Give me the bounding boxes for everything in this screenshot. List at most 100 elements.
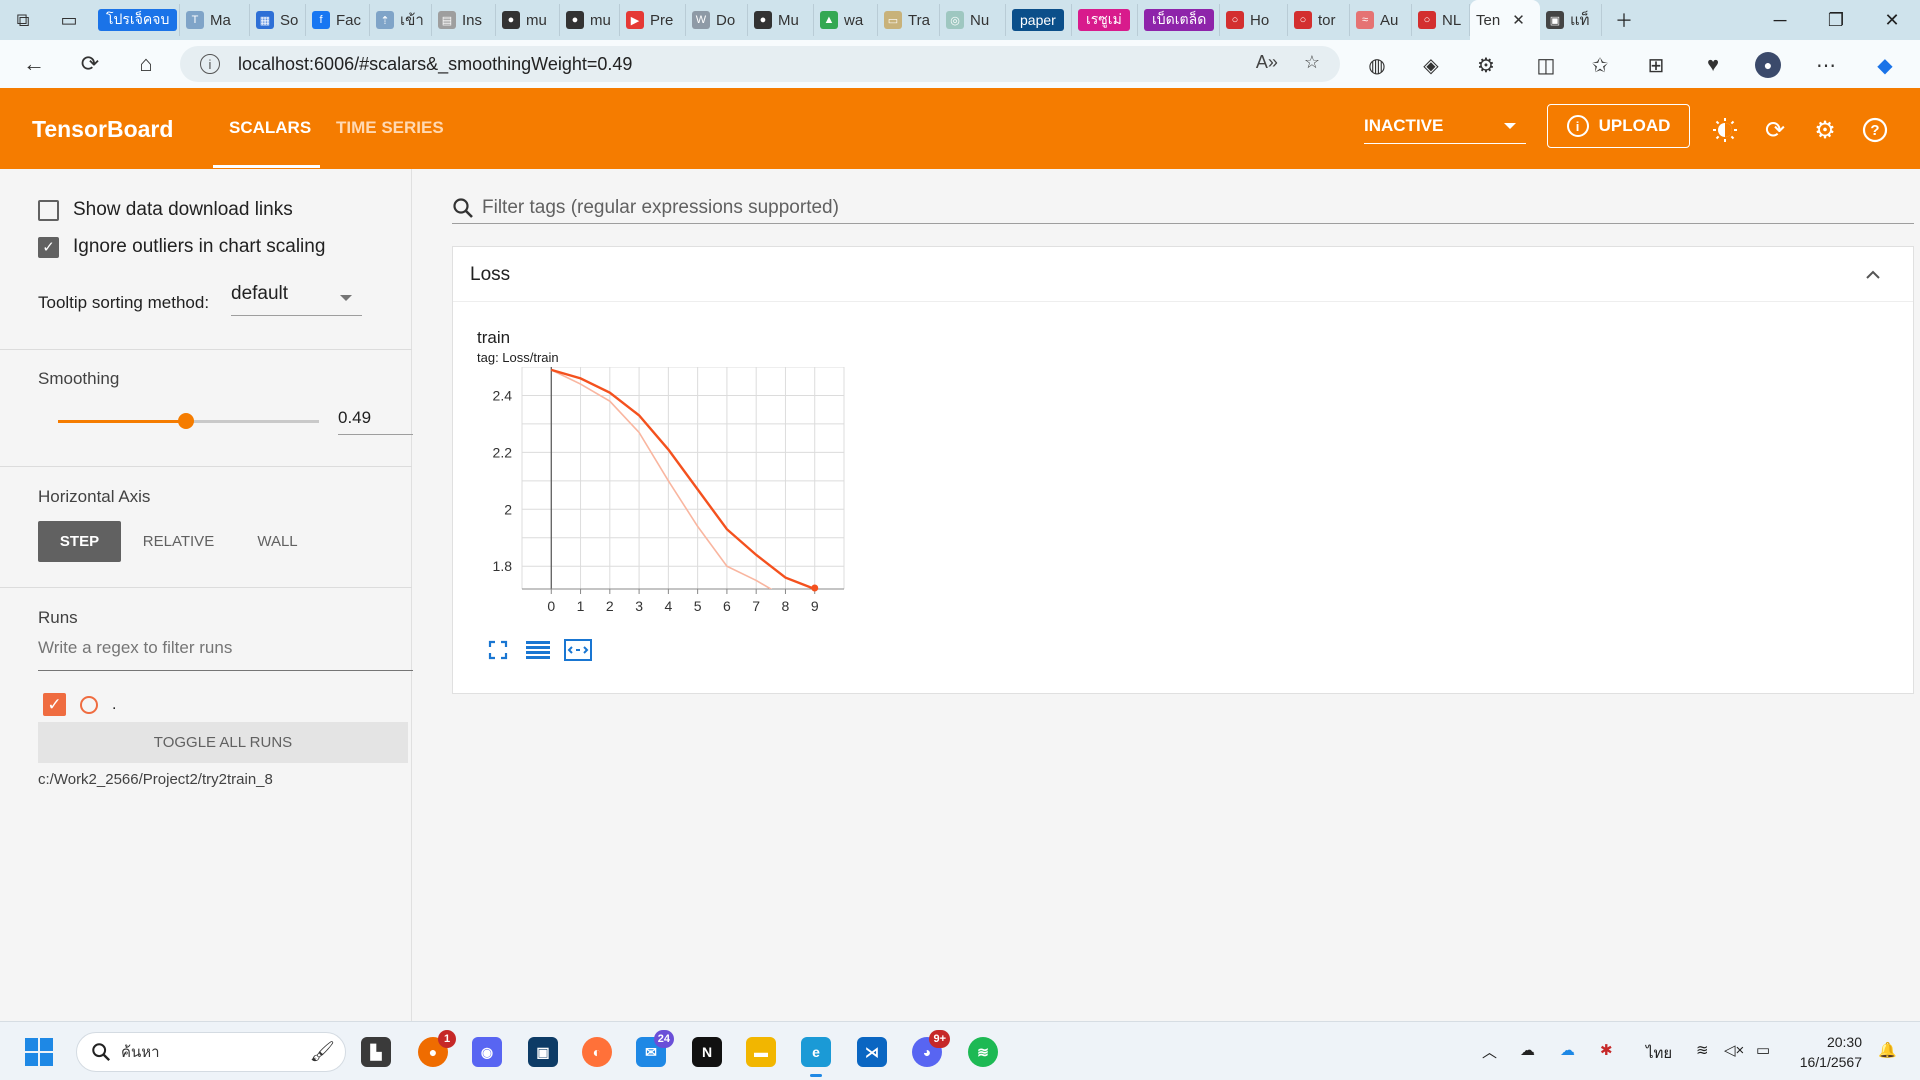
taskbar-search-input[interactable]: ค้นหา 🖌 (76, 1032, 346, 1072)
axis-wall-button[interactable]: WALL (240, 521, 315, 562)
chevron-up-icon[interactable] (1863, 265, 1883, 285)
tab-time-series[interactable]: TIME SERIES (336, 118, 444, 138)
browser-tab[interactable]: W Do (686, 4, 748, 36)
refresh-button[interactable]: ⟳ (62, 40, 118, 88)
checkbox-box[interactable] (38, 199, 59, 221)
axis-relative-button[interactable]: RELATIVE (131, 521, 226, 562)
browser-tab[interactable]: ▦ So (250, 4, 306, 36)
restore-button[interactable]: ❐ (1808, 0, 1864, 40)
url-bar[interactable]: i localhost:6006/#scalars&_smoothingWeig… (180, 46, 1340, 82)
app-logo[interactable]: TensorBoard (32, 116, 173, 143)
folder-icon[interactable]: ▬ (746, 1037, 776, 1067)
collections-icon[interactable]: ⊞ (1643, 52, 1669, 78)
browser-tab[interactable]: f Fac (306, 4, 370, 36)
more-icon[interactable]: ⋯ (1813, 52, 1839, 78)
browser-tab[interactable]: ○ tor (1288, 4, 1350, 36)
browser-tab[interactable]: ≈ Au (1350, 4, 1412, 36)
browser-tab[interactable]: paper (1006, 4, 1072, 36)
close-window-button[interactable]: ✕ (1864, 0, 1920, 40)
tooltip-sort-select[interactable]: default (231, 283, 362, 316)
app-tray-icon[interactable]: ✱ (1600, 1041, 1613, 1059)
windows-start-icon[interactable] (25, 1038, 53, 1066)
app-orange-icon[interactable]: ● 1 (418, 1030, 456, 1067)
run-color-circle-icon[interactable] (80, 695, 98, 714)
copilot-icon[interactable]: ◆ (1872, 52, 1898, 78)
reload-icon[interactable]: ⟳ (1762, 117, 1788, 144)
language-indicator[interactable]: ไทย (1646, 1041, 1672, 1065)
volume-muted-icon[interactable]: ◁× (1724, 1041, 1744, 1059)
system-clock[interactable]: 20:30 16/1/2567 (1792, 1032, 1862, 1072)
extension-icon[interactable]: ◍ (1364, 52, 1390, 78)
show-hidden-icons-icon[interactable]: ︿ (1482, 1041, 1497, 1062)
run-checkbox[interactable]: ✓ (43, 693, 66, 716)
browser-tab[interactable]: ● Mu (748, 4, 814, 36)
browser-tab[interactable]: เรซูเม่ (1072, 4, 1138, 36)
home-button[interactable]: ⌂ (118, 40, 174, 88)
vscode-icon[interactable]: ⋊ (857, 1037, 887, 1067)
smoothing-slider[interactable] (58, 413, 319, 429)
data-table-icon[interactable] (523, 637, 553, 663)
card-group-header[interactable]: Loss (453, 247, 1913, 302)
firefox-icon[interactable]: ◐ (582, 1037, 612, 1067)
browser-tab[interactable]: ⇡ เข้า (370, 4, 432, 36)
close-tab-icon[interactable]: ✕ (1512, 11, 1525, 29)
run-item[interactable]: ✓ . (43, 693, 116, 716)
theme-toggle-icon[interactable] (1712, 117, 1738, 143)
wifi-icon[interactable]: ≋ (1696, 1041, 1709, 1059)
favorites-icon[interactable]: ✩ (1587, 52, 1613, 78)
tab-scalars[interactable]: SCALARS (229, 118, 311, 138)
help-icon[interactable]: ? (1862, 117, 1888, 143)
browser-tab[interactable]: ▣ แท็ (1540, 4, 1602, 36)
plugin-select[interactable]: INACTIVE (1364, 116, 1526, 144)
tab-group-chip[interactable]: เบ็ดเตล็ด (1144, 9, 1215, 31)
fullscreen-icon[interactable] (483, 637, 513, 663)
tab-group-chip[interactable]: โปรเจ็คจบ (98, 9, 178, 31)
browser-tab[interactable]: ● mu (496, 4, 560, 36)
browser-essentials-icon[interactable]: ♥ (1700, 52, 1726, 78)
settings-gear-icon[interactable]: ⚙ (1812, 117, 1838, 144)
browser-tab[interactable]: ▭ Tra (878, 4, 940, 36)
extensions-icon[interactable]: ⚙ (1473, 52, 1499, 78)
file-explorer-icon[interactable]: ▙ (361, 1037, 391, 1067)
notion-icon[interactable]: N (692, 1037, 722, 1067)
browser-tab[interactable]: T Ma (180, 4, 250, 36)
favorite-star-icon[interactable]: ☆ (1304, 52, 1320, 73)
mail-icon[interactable]: ✉ 24 (636, 1030, 674, 1067)
fit-domain-icon[interactable] (563, 637, 593, 663)
read-aloud-icon[interactable]: A» (1256, 52, 1278, 73)
site-info-icon[interactable]: i (200, 54, 220, 74)
runs-filter-input[interactable]: Write a regex to filter runs (38, 638, 413, 671)
ignore-outliers-checkbox[interactable]: ✓ Ignore outliers in chart scaling (38, 236, 325, 258)
toggle-all-runs-button[interactable]: TOGGLE ALL RUNS (38, 722, 408, 763)
profile-avatar-icon[interactable]: ● (1755, 52, 1781, 78)
back-button[interactable]: ← (6, 40, 62, 88)
browser-tab[interactable]: ○ Ho (1220, 4, 1288, 36)
battery-icon[interactable]: ▭ (1756, 1041, 1770, 1059)
browser-tab[interactable]: โปรเจ็คจบ (92, 4, 180, 36)
onedrive-icon[interactable]: ☁ (1560, 1041, 1575, 1059)
tab-group-chip[interactable]: เรซูเม่ (1078, 9, 1130, 31)
cloud-icon[interactable]: ☁ (1520, 1041, 1535, 1059)
loss-chart[interactable]: 0 1 2 3 4 5 6 7 8 9 1.8 2 2.2 2.4 (477, 367, 897, 627)
browser-tab[interactable]: ◎ Nu (940, 4, 1006, 36)
show-download-links-checkbox[interactable]: Show data download links (38, 199, 293, 221)
upload-button[interactable]: i UPLOAD (1547, 104, 1690, 148)
discord-alt-icon[interactable]: ◉ (472, 1037, 502, 1067)
code-dark-icon[interactable]: ▣ (528, 1037, 558, 1067)
discord-icon[interactable]: ◕ 9+ (912, 1030, 950, 1067)
spotify-icon[interactable]: ≋ (968, 1037, 998, 1067)
axis-step-button[interactable]: STEP (38, 521, 121, 562)
slider-thumb[interactable] (177, 413, 194, 429)
minimize-button[interactable]: ─ (1752, 0, 1808, 40)
browser-tab[interactable]: Ten ✕ (1470, 0, 1540, 40)
browser-tab[interactable]: ▲ wa (814, 4, 878, 36)
workspaces-icon[interactable]: ⧉ (0, 0, 46, 40)
notifications-icon[interactable]: 🔔 (1878, 1041, 1897, 1059)
smoothing-input[interactable]: 0.49 (338, 402, 413, 435)
extension-icon[interactable]: ◈ (1418, 52, 1444, 78)
tag-filter-input[interactable]: Filter tags (regular expressions support… (452, 192, 1914, 224)
new-tab-button[interactable]: ＋ (1602, 0, 1646, 40)
checkmark-icon[interactable]: ✓ (38, 236, 59, 258)
browser-tab[interactable]: ○ NL (1412, 4, 1470, 36)
edge-icon[interactable]: e (801, 1037, 831, 1077)
